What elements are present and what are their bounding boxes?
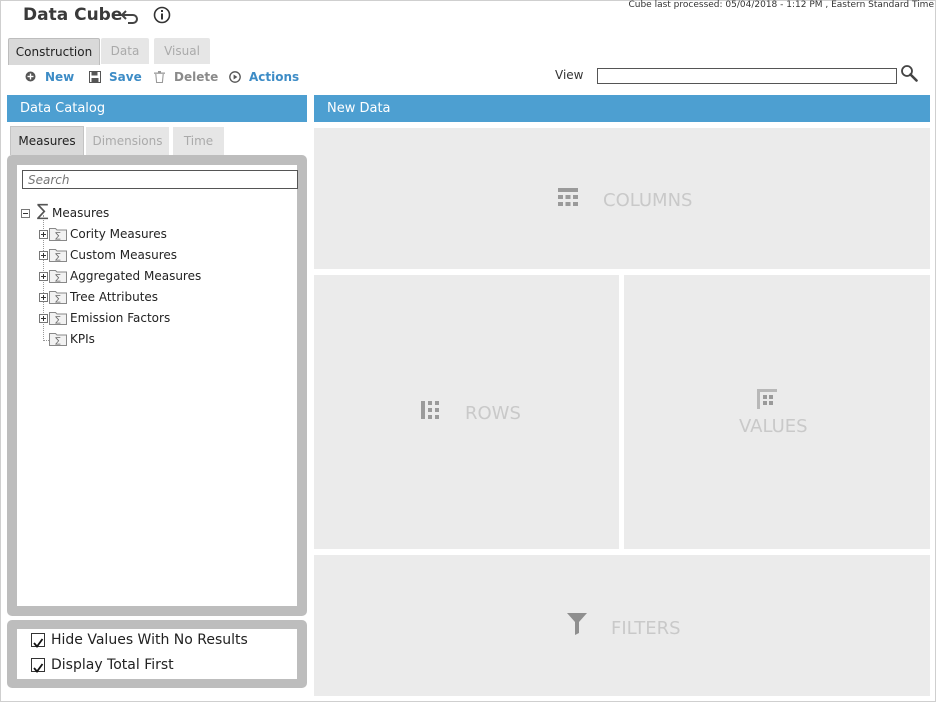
- values-drop-zone[interactable]: VALUES: [624, 275, 930, 549]
- rows-drop-zone[interactable]: ROWS: [314, 275, 619, 549]
- catalog-search-input[interactable]: [22, 170, 298, 189]
- tree-item-aggregated-measures[interactable]: ∑ Aggregated Measures: [39, 267, 279, 285]
- columns-drop-zone[interactable]: COLUMNS: [314, 128, 930, 269]
- hide-empty-values-checkbox[interactable]: [31, 633, 45, 648]
- tree-item-tree-attributes[interactable]: ∑ Tree Attributes: [39, 288, 279, 306]
- delete-button[interactable]: Delete: [154, 69, 218, 85]
- display-total-first-checkbox[interactable]: [31, 658, 45, 673]
- measure-folder-icon: ∑: [49, 312, 67, 325]
- expand-icon[interactable]: [39, 272, 48, 281]
- svg-text:∑: ∑: [55, 315, 61, 324]
- svg-text:∑: ∑: [55, 252, 61, 261]
- measure-folder-icon: ∑: [49, 228, 67, 241]
- measure-folder-icon: ∑: [49, 270, 67, 283]
- catalog-options: Hide Values With No Results Display Tota…: [17, 629, 297, 679]
- columns-zone-label: COLUMNS: [603, 190, 693, 211]
- hide-empty-values-label: Hide Values With No Results: [51, 632, 248, 648]
- checkmark-icon: [33, 663, 44, 673]
- tree-item-label: KPIs: [70, 332, 95, 346]
- filters-zone-label: FILTERS: [611, 618, 681, 639]
- expand-icon[interactable]: [39, 314, 48, 323]
- filter-funnel-icon: [567, 613, 587, 635]
- info-icon[interactable]: [153, 6, 171, 24]
- tab-measures[interactable]: Measures: [10, 126, 84, 155]
- floppy-disk-icon: [89, 71, 101, 83]
- svg-text:∑: ∑: [55, 294, 61, 303]
- new-label: New: [45, 70, 75, 84]
- workspace-header: New Data: [314, 95, 930, 122]
- svg-text:∑: ∑: [55, 231, 61, 240]
- delete-label: Delete: [174, 70, 219, 84]
- tree-item-kpis[interactable]: ∑ KPIs: [39, 330, 279, 348]
- svg-text:∑: ∑: [55, 336, 61, 345]
- save-label: Save: [109, 70, 142, 84]
- values-zone-label: VALUES: [739, 416, 808, 437]
- measure-folder-icon: ∑: [49, 333, 67, 346]
- tab-construction[interactable]: Construction: [8, 38, 100, 65]
- checkmark-icon: [33, 638, 44, 648]
- collapse-icon[interactable]: [21, 209, 30, 218]
- plus-circle-icon: [25, 71, 36, 82]
- rows-icon: [421, 401, 439, 419]
- tree-item-emission-factors[interactable]: ∑ Emission Factors: [39, 309, 279, 327]
- measure-folder-icon: ∑: [49, 291, 67, 304]
- tab-dimensions[interactable]: Dimensions: [86, 127, 169, 155]
- filters-drop-zone[interactable]: FILTERS: [314, 555, 930, 696]
- tab-data[interactable]: Data: [101, 38, 149, 64]
- catalog-options-container: Hide Values With No Results Display Tota…: [7, 620, 307, 688]
- view-label: View: [555, 68, 584, 82]
- catalog-tree-container: ∑ Measures ∑ Cority Measures ∑ Custom Me…: [7, 155, 307, 616]
- tab-visual[interactable]: Visual: [154, 38, 210, 64]
- tree-item-label: Emission Factors: [70, 311, 171, 325]
- actions-button[interactable]: Actions: [229, 69, 299, 85]
- tree-item-custom-measures[interactable]: ∑ Custom Measures: [39, 246, 279, 264]
- rows-zone-label: ROWS: [465, 403, 521, 424]
- catalog-tree: ∑ Measures ∑ Cority Measures ∑ Custom Me…: [17, 165, 298, 606]
- tree-root-measures[interactable]: ∑ Measures: [21, 201, 281, 222]
- undo-icon[interactable]: [120, 7, 140, 25]
- tree-root-label: Measures: [52, 206, 110, 220]
- data-catalog-header: Data Catalog: [7, 95, 307, 122]
- search-icon[interactable]: [900, 64, 918, 82]
- expand-icon[interactable]: [39, 251, 48, 260]
- columns-icon: [558, 188, 578, 206]
- save-button[interactable]: Save: [89, 69, 142, 85]
- svg-text:∑: ∑: [55, 273, 61, 282]
- tree-item-cority-measures[interactable]: ∑ Cority Measures: [39, 225, 279, 243]
- sigma-icon: ∑: [37, 201, 49, 221]
- play-circle-icon: [229, 71, 241, 83]
- tab-time[interactable]: Time: [173, 127, 224, 155]
- page-title: Data Cube: [23, 5, 123, 25]
- expand-icon[interactable]: [39, 293, 48, 302]
- actions-label: Actions: [249, 70, 300, 84]
- view-input[interactable]: [597, 68, 897, 84]
- cube-processed-status: Cube last processed: 05/04/2018 - 1:12 P…: [628, 0, 934, 10]
- trash-icon: [154, 71, 165, 83]
- values-icon: [757, 389, 777, 409]
- measure-folder-icon: ∑: [49, 249, 67, 262]
- display-total-first-label: Display Total First: [51, 657, 174, 673]
- new-button[interactable]: New: [25, 69, 75, 85]
- tree-item-label: Cority Measures: [70, 227, 167, 241]
- tree-item-label: Tree Attributes: [70, 290, 159, 304]
- tree-item-label: Aggregated Measures: [70, 269, 202, 283]
- expand-icon[interactable]: [39, 230, 48, 239]
- tree-item-label: Custom Measures: [70, 248, 178, 262]
